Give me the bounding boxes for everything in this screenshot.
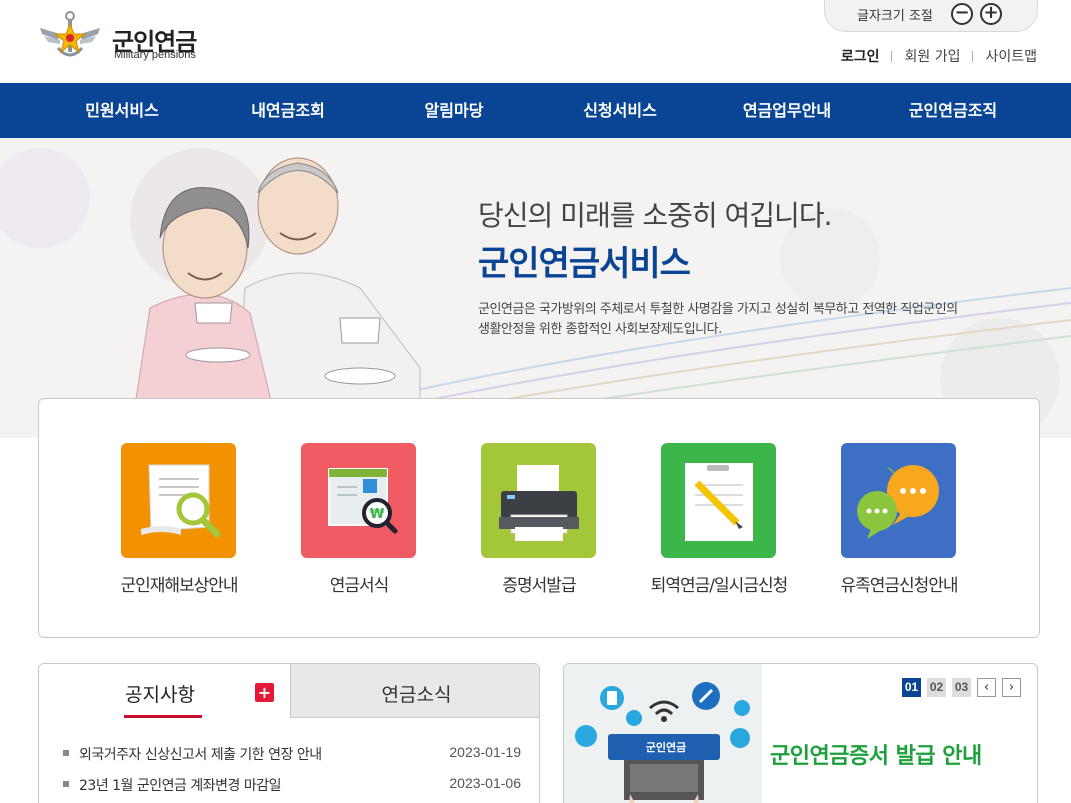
login-link[interactable]: 로그인	[841, 46, 880, 66]
next-arrow-icon[interactable]: ›	[1002, 678, 1021, 697]
laptop-screen-label: 군인연금	[646, 740, 686, 754]
senior-couple-illustration	[0, 148, 1071, 438]
quick-menu: 군인재해보상안내 ₩ 연금서식 증명서발급 퇴역연금/일시금신청 유족연금신청안…	[38, 398, 1040, 638]
notice-date: 2023-01-19	[449, 744, 521, 760]
sitemap-link[interactable]: 사이트맵	[985, 46, 1037, 66]
page-button[interactable]: 03	[952, 678, 971, 697]
nav-item-notice[interactable]: 알림마당	[374, 83, 534, 138]
tab-active-indicator	[124, 715, 202, 718]
divider	[972, 50, 974, 62]
visual-description-line: 생활안정을 위한 종합적인 사회보장제도입니다.	[478, 322, 722, 337]
list-item[interactable]: 외국거주자 신상신고서 제출 기한 연장 안내 2023-01-19	[63, 744, 521, 775]
font-size-label: 글자크기 조절	[857, 9, 933, 24]
list-item[interactable]: 23년 1월 군인연금 계좌변경 마감일 2023-01-06	[63, 775, 521, 803]
quick-item-disability-compensation[interactable]: 군인재해보상안내	[89, 443, 269, 603]
main-visual: 당신의 미래를 소중히 여깁니다. 군인연금서비스 군인연금은 국가방위의 주체…	[0, 138, 1071, 438]
laptop-devices-illustration: 군인연금	[564, 664, 762, 803]
form-won-search-icon: ₩	[301, 443, 416, 558]
visual-description-line: 군인연금은 국가방위의 주체로서 투철한 사명감을 가지고 성실히 복무하고 전…	[478, 302, 958, 317]
utility-links: 로그인 회원 가입 사이트맵	[841, 46, 1037, 66]
main-navigation: 민원서비스 내연금조회 알림마당 신청서비스 연금업무안내 군인연금조직	[0, 83, 1071, 138]
chat-bubbles-icon	[841, 443, 956, 558]
notice-list: 외국거주자 신상신고서 제출 기한 연장 안내 2023-01-19 23년 1…	[63, 744, 521, 803]
quick-item-survivor-pension[interactable]: 유족연금신청안내	[809, 443, 989, 603]
notice-title[interactable]: 외국거주자 신상신고서 제출 기한 연장 안내	[79, 744, 322, 764]
visual-title: 군인연금서비스	[478, 244, 691, 284]
prev-arrow-icon[interactable]: ‹	[977, 678, 996, 697]
svg-text:₩: ₩	[370, 507, 385, 522]
notice-more-button[interactable]: +	[255, 683, 274, 702]
nav-item-organization[interactable]: 군인연금조직	[873, 83, 1033, 138]
notice-title[interactable]: 23년 1월 군인연금 계좌변경 마감일	[79, 775, 281, 795]
font-decrease-button[interactable]: −	[951, 3, 973, 25]
quick-item-certificate[interactable]: 증명서발급	[449, 443, 629, 603]
bullet	[63, 750, 69, 756]
quick-item-retirement-pension[interactable]: 퇴역연금/일시금신청	[629, 443, 809, 603]
logo-subtitle: Military pensions	[114, 49, 196, 61]
nav-item-my-pension[interactable]: 내연금조회	[208, 83, 368, 138]
quick-item-label: 군인재해보상안내	[120, 576, 238, 596]
banner-title[interactable]: 군인연금증서 발급 안내	[770, 738, 982, 770]
nav-item-pension-guide[interactable]: 연금업무안내	[707, 83, 867, 138]
banner-slider[interactable]: 군인연금 01 02 03 ‹ › 군인연금증서 발급 안내	[563, 663, 1038, 803]
quick-item-label: 연금서식	[329, 576, 390, 596]
printer-icon	[481, 443, 596, 558]
paper-pencil-icon	[661, 443, 776, 558]
quick-item-pension-forms[interactable]: ₩ 연금서식	[269, 443, 449, 603]
banner-pagination: 01 02 03 ‹ ›	[902, 678, 1027, 697]
nav-item-application[interactable]: 신청서비스	[540, 83, 700, 138]
military-emblem-icon	[40, 11, 100, 57]
nav-item-civil-service[interactable]: 민원서비스	[42, 83, 202, 138]
header: 군인연금 Military pensions 글자크기 조절 − + 로그인 회…	[0, 0, 1071, 83]
site-logo[interactable]: 군인연금 Military pensions	[38, 8, 218, 64]
tab-pension-news-label: 연금소식	[381, 684, 452, 706]
bullet	[63, 781, 69, 787]
notice-board: 공지사항 + 연금소식 외국거주자 신상신고서 제출 기한 연장 안내 2023…	[38, 663, 540, 803]
quick-item-label: 퇴역연금/일시금신청	[650, 576, 789, 596]
tab-pension-news[interactable]: 연금소식	[290, 664, 539, 718]
font-size-control: 글자크기 조절 − +	[824, 0, 1038, 32]
page-button[interactable]: 01	[902, 678, 921, 697]
divider	[891, 50, 893, 62]
quick-item-label: 증명서발급	[502, 576, 576, 596]
page-button[interactable]: 02	[927, 678, 946, 697]
notice-date: 2023-01-06	[449, 775, 521, 791]
quick-item-label: 유족연금신청안내	[840, 576, 958, 596]
tab-notice-label: 공지사항	[125, 684, 195, 706]
visual-description: 군인연금은 국가방위의 주체로서 투철한 사명감을 가지고 성실히 복무하고 전…	[478, 300, 1018, 340]
tab-notice[interactable]: 공지사항	[39, 664, 290, 718]
visual-subtitle: 당신의 미래를 소중히 여깁니다.	[478, 199, 832, 232]
signup-link[interactable]: 회원 가입	[904, 46, 960, 66]
font-increase-button[interactable]: +	[980, 3, 1002, 25]
document-search-icon	[121, 443, 236, 558]
